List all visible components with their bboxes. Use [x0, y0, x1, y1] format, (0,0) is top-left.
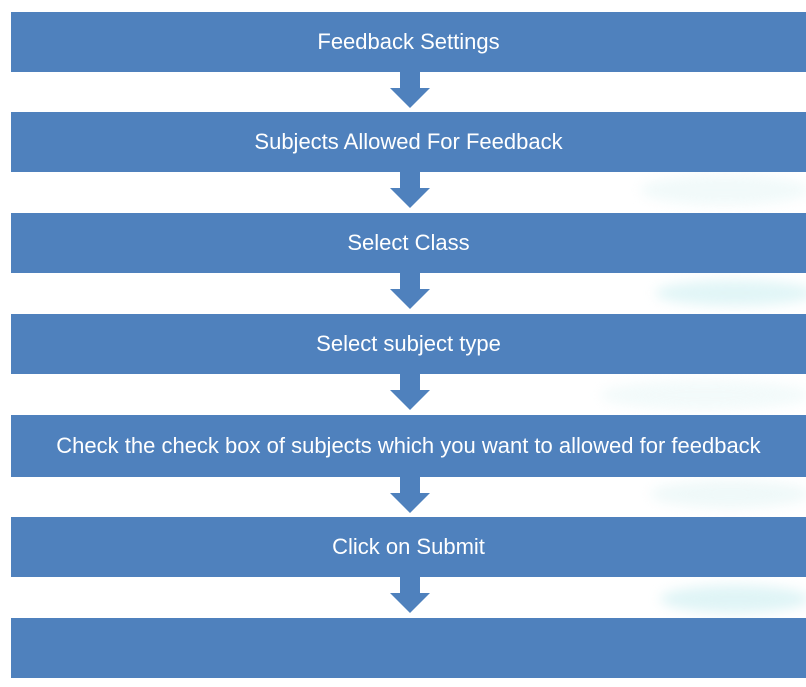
step-label: Select subject type	[316, 331, 501, 356]
step-final-blank	[11, 618, 806, 678]
step-label: Feedback Settings	[317, 29, 500, 54]
step-click-submit: Click on Submit	[11, 517, 806, 577]
step-select-subject-type: Select subject type	[11, 314, 806, 374]
step-label: Check the check box of subjects which yo…	[56, 433, 761, 458]
step-label: Subjects Allowed For Feedback	[254, 129, 563, 154]
step-label: Select Class	[347, 230, 470, 255]
flowchart: Feedback Settings Subjects Allowed For F…	[11, 0, 806, 687]
down-arrow-icon	[390, 273, 430, 309]
down-arrow-icon	[390, 477, 430, 513]
step-select-class: Select Class	[11, 213, 806, 273]
step-label: Click on Submit	[332, 534, 485, 559]
down-arrow-icon	[390, 172, 430, 208]
step-feedback-settings: Feedback Settings	[11, 12, 806, 72]
step-subjects-allowed: Subjects Allowed For Feedback	[11, 112, 806, 172]
step-check-subjects: Check the check box of subjects which yo…	[11, 415, 806, 477]
down-arrow-icon	[390, 374, 430, 410]
down-arrow-icon	[390, 72, 430, 108]
down-arrow-icon	[390, 577, 430, 613]
